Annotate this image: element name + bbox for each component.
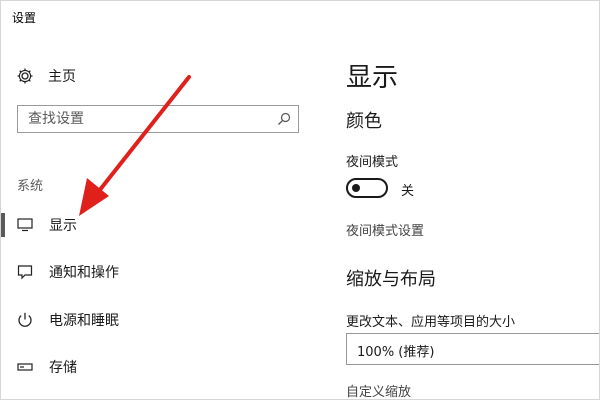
active-indicator	[1, 213, 5, 237]
gear-icon	[15, 66, 35, 86]
group-label-system: 系统	[17, 179, 44, 194]
sidebar-item-label: 通知和操作	[49, 265, 119, 281]
night-mode-toggle[interactable]	[346, 178, 388, 198]
notification-icon	[15, 263, 35, 281]
section-heading-scale: 缩放与布局	[346, 269, 436, 290]
search-input[interactable]	[18, 106, 278, 132]
title-bar: 设置	[1, 1, 599, 33]
sidebar-item-label: 存储	[49, 360, 77, 376]
sidebar-item-display[interactable]: 显示	[1, 209, 331, 241]
size-label: 更改文本、应用等项目的大小	[346, 315, 516, 330]
custom-scale-link[interactable]: 自定义缩放	[346, 381, 411, 399]
monitor-icon	[15, 216, 35, 234]
storage-icon	[15, 358, 35, 376]
night-mode-label: 夜间模式	[346, 155, 399, 170]
sidebar-item-label: 显示	[49, 218, 77, 234]
sidebar-item-power[interactable]: 电源和睡眠	[1, 304, 331, 336]
sidebar-item-storage[interactable]: 存储	[1, 351, 331, 383]
scale-dropdown[interactable]: 100% (推荐)	[346, 333, 599, 365]
toggle-state-label: 关	[401, 184, 415, 199]
page-title: 显示	[346, 63, 399, 93]
settings-window: 设置 主页 系统	[0, 0, 600, 400]
sidebar-item-label: 电源和睡眠	[49, 313, 119, 329]
window-title: 设置	[12, 11, 37, 25]
section-heading-color: 颜色	[346, 111, 382, 132]
sidebar-item-notifications[interactable]: 通知和操作	[1, 256, 331, 288]
search-icon[interactable]	[276, 111, 292, 127]
sidebar-item-home[interactable]: 主页	[15, 65, 76, 87]
power-icon	[15, 311, 35, 329]
sidebar: 主页 系统 显示	[1, 33, 331, 399]
toggle-knob	[352, 184, 360, 192]
main-panel: 显示 颜色 夜间模式 关 夜间模式设置 缩放与布局 更改文本、应用等项目的大小 …	[346, 33, 599, 399]
sidebar-item-label: 主页	[48, 69, 76, 85]
night-mode-settings-link[interactable]: 夜间模式设置	[346, 220, 424, 239]
scale-dropdown-value: 100% (推荐)	[357, 345, 435, 360]
search-box	[17, 105, 299, 133]
